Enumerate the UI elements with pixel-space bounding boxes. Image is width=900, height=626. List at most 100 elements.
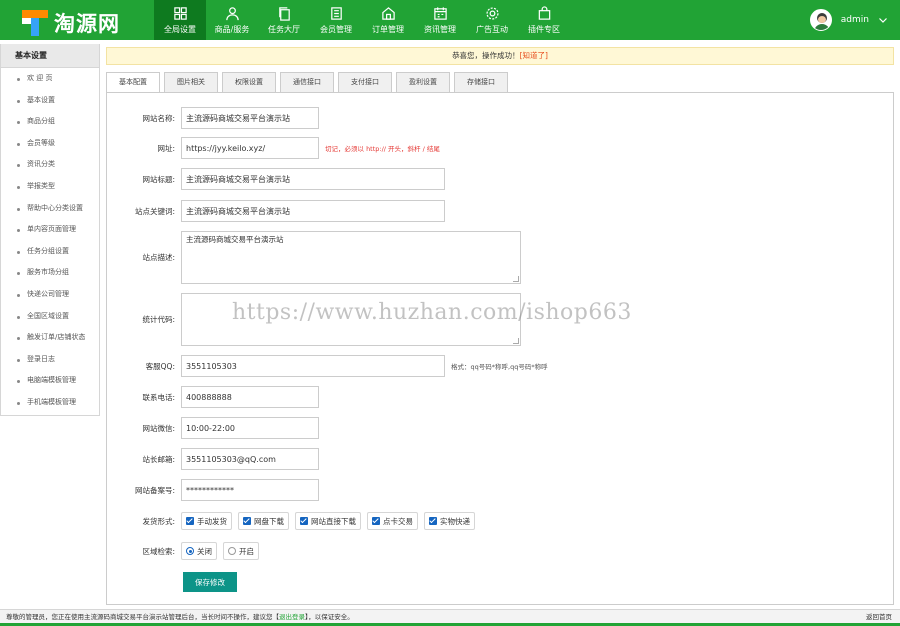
nav-global-settings[interactable]: 全局设置: [154, 0, 206, 40]
tab-permissions[interactable]: 权限设置: [222, 72, 276, 92]
checkbox-label: 实物快递: [440, 516, 470, 526]
site-title-input[interactable]: 主流源码商城交易平台演示站: [181, 168, 445, 190]
nav-ads[interactable]: 广告互动: [466, 0, 518, 40]
region-off-radio[interactable]: 关闭: [181, 542, 217, 560]
resize-handle[interactable]: [513, 276, 519, 282]
sidebar-item-label: 全国区域设置: [27, 311, 69, 320]
main-nav: 全局设置 商品/服务 任务大厅 会员管理 订单管理 资讯管理 广告互动 插件专区: [154, 0, 570, 40]
qq-input[interactable]: 3551105303: [181, 355, 445, 377]
sidebar-item-login-log[interactable]: 登录日志: [1, 349, 99, 371]
sidebar-item-basic-settings[interactable]: 基本设置: [1, 90, 99, 112]
watermark: https://www.huzhan.com/ishop663: [232, 300, 632, 325]
shipping-direct-download-checkbox[interactable]: 网站直接下载: [295, 512, 361, 530]
nav-label: 任务大厅: [268, 24, 300, 34]
dismiss-link[interactable]: [知道了]: [520, 51, 548, 60]
gear-icon: [485, 6, 499, 20]
nav-plugins[interactable]: 插件专区: [518, 0, 570, 40]
sidebar-item-label: 会员等级: [27, 138, 55, 147]
nav-tasks[interactable]: 任务大厅: [258, 0, 310, 40]
icp-input[interactable]: ************: [181, 479, 319, 501]
sidebar-item-label: 资讯分类: [27, 160, 55, 169]
sidebar-item-label: 登录日志: [27, 354, 55, 363]
checkbox-label: 网站直接下载: [311, 516, 356, 526]
bullet-icon: [17, 358, 20, 362]
site-name-input[interactable]: 主流源码商城交易平台演示站: [181, 107, 319, 129]
logo-text: 淘源网: [54, 12, 120, 36]
checkbox-label: 手动发货: [197, 516, 227, 526]
shipping-options: 手动发货 网盘下载 网站直接下载 点卡交易 实物快递: [181, 512, 481, 530]
description-textarea[interactable]: 主流源码商城交易平台演示站: [181, 231, 521, 284]
sidebar-item-label: 欢 迎 页: [27, 74, 53, 82]
status-text-after: 】，以保证安全。: [305, 613, 354, 621]
sidebar-item-order-status[interactable]: 触发订单/店铺状态: [1, 327, 99, 349]
shipping-express-checkbox[interactable]: 实物快递: [424, 512, 475, 530]
nav-orders[interactable]: 订单管理: [362, 0, 414, 40]
user-menu[interactable]: admin: [809, 9, 888, 31]
tab-basic-config[interactable]: 基本配置: [106, 72, 160, 93]
logout-link[interactable]: 退出登录: [279, 613, 305, 621]
bullet-icon: [17, 401, 20, 405]
nav-label: 会员管理: [320, 24, 352, 34]
sidebar-item-label: 任务分组设置: [27, 246, 69, 255]
sidebar-item-couriers[interactable]: 快递公司管理: [1, 284, 99, 306]
sidebar-item-pc-templates[interactable]: 电脑端模板管理: [1, 370, 99, 392]
sidebar-item-service-market[interactable]: 服务市场分组: [1, 262, 99, 284]
field-label: 发货形式:: [142, 516, 175, 526]
sidebar-title: 基本设置: [1, 44, 99, 68]
url-hint: 切记，必须以 http:// 开头，斜杆 / 结尾: [325, 145, 440, 153]
region-on-radio[interactable]: 开启: [223, 542, 259, 560]
chevron-down-icon: [879, 18, 887, 23]
sidebar-item-help-categories[interactable]: 帮助中心分类设置: [1, 198, 99, 220]
sidebar-item-label: 电脑端模板管理: [27, 376, 76, 385]
calendar-icon: [433, 6, 447, 20]
sidebar-item-single-pages[interactable]: 单内容页面管理: [1, 219, 99, 241]
sidebar-item-task-groups[interactable]: 任务分组设置: [1, 241, 99, 263]
settings-form: 网站名称: 主流源码商城交易平台演示站 网址: https://jyy.keil…: [106, 92, 894, 605]
wechat-input[interactable]: 10:00-22:00: [181, 417, 319, 439]
document-icon: [330, 6, 342, 20]
sidebar-item-mobile-templates[interactable]: 手机端模板管理: [1, 392, 99, 414]
sidebar-item-report-types[interactable]: 举报类型: [1, 176, 99, 198]
bullet-icon: [17, 293, 20, 297]
bullet-icon: [17, 250, 20, 254]
sidebar-item-member-levels[interactable]: 会员等级: [1, 133, 99, 155]
shipping-card-checkbox[interactable]: 点卡交易: [367, 512, 418, 530]
sidebar-item-label: 触发订单/店铺状态: [27, 333, 86, 342]
nav-products[interactable]: 商品/服务: [206, 0, 258, 40]
nav-news[interactable]: 资讯管理: [414, 0, 466, 40]
sidebar: 基本设置 欢 迎 页 基本设置 商品分组 会员等级 资讯分类 举报类型 帮助中心…: [0, 44, 100, 416]
sidebar-item-news-categories[interactable]: 资讯分类: [1, 154, 99, 176]
user-name: admin: [840, 15, 869, 25]
save-button[interactable]: 保存修改: [183, 572, 237, 592]
home-icon: [381, 6, 395, 20]
logo-icon: [22, 10, 48, 36]
nav-label: 商品/服务: [214, 24, 250, 34]
phone-input[interactable]: 400888888: [181, 386, 319, 408]
shipping-netdisk-checkbox[interactable]: 网盘下载: [238, 512, 289, 530]
sidebar-item-welcome[interactable]: 欢 迎 页: [1, 68, 99, 90]
keywords-input[interactable]: 主流源码商城交易平台演示站: [181, 200, 445, 222]
nav-members[interactable]: 会员管理: [310, 0, 362, 40]
bullet-icon: [17, 207, 20, 211]
field-label: 客服QQ:: [145, 361, 175, 371]
bullet-icon: [17, 99, 20, 103]
email-input[interactable]: 3551105303@qQ.com: [181, 448, 319, 470]
field-label: 网站名称:: [142, 113, 175, 123]
tab-storage[interactable]: 存储接口: [454, 72, 508, 92]
shipping-manual-checkbox[interactable]: 手动发货: [181, 512, 232, 530]
sidebar-item-label: 快递公司管理: [27, 289, 69, 298]
sidebar-item-regions[interactable]: 全国区域设置: [1, 306, 99, 328]
tab-profit[interactable]: 盈利设置: [396, 72, 450, 92]
logo[interactable]: 淘源网: [22, 8, 120, 38]
checkbox-label: 点卡交易: [383, 516, 413, 526]
tab-communication[interactable]: 通信接口: [280, 72, 334, 92]
site-url-input[interactable]: https://jyy.keilo.xyz/: [181, 137, 319, 159]
radio-label: 关闭: [197, 546, 212, 556]
checkbox-checked-icon: [300, 517, 308, 525]
bullet-icon: [17, 164, 20, 168]
sidebar-item-product-groups[interactable]: 商品分组: [1, 111, 99, 133]
tab-images[interactable]: 图片相关: [164, 72, 218, 92]
tab-payment[interactable]: 支付接口: [338, 72, 392, 92]
grid-icon: [173, 6, 187, 20]
resize-handle[interactable]: [513, 338, 519, 344]
